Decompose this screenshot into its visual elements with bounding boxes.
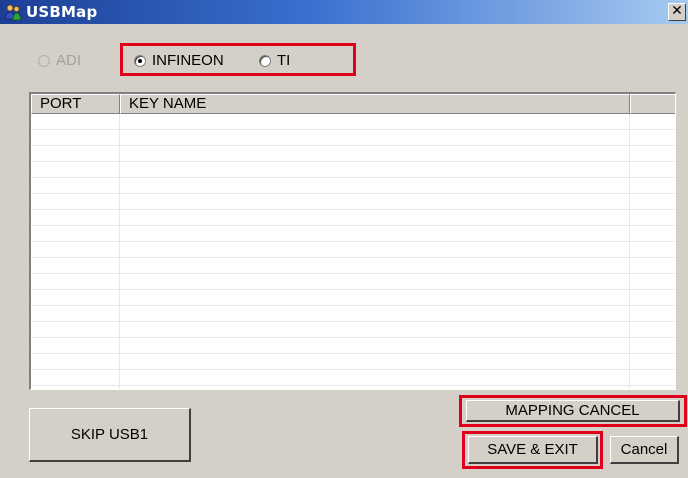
list-item[interactable]	[31, 290, 675, 306]
list-item[interactable]	[31, 226, 675, 242]
radio-adi[interactable]: ADI	[38, 52, 81, 69]
column-header-key-name[interactable]: KEY NAME	[120, 94, 630, 114]
highlight-box-mapping-cancel	[459, 395, 687, 427]
list-item[interactable]	[31, 162, 675, 178]
list-item[interactable]	[31, 338, 675, 354]
column-header-extra[interactable]	[630, 94, 675, 114]
column-header-port[interactable]: PORT	[31, 94, 120, 114]
window-title: USBMap	[26, 3, 98, 21]
list-item[interactable]	[31, 306, 675, 322]
list-item[interactable]	[31, 354, 675, 370]
list-item[interactable]	[31, 242, 675, 258]
list-item[interactable]	[31, 114, 675, 130]
list-item[interactable]	[31, 274, 675, 290]
list-item[interactable]	[31, 258, 675, 274]
list-item[interactable]	[31, 210, 675, 226]
cancel-button[interactable]: Cancel	[610, 436, 679, 464]
list-item[interactable]	[31, 194, 675, 210]
column-divider	[629, 114, 630, 389]
radio-label-adi: ADI	[56, 52, 82, 69]
highlight-box-radios	[120, 43, 356, 76]
list-item[interactable]	[31, 130, 675, 146]
usb-port-list[interactable]: PORT KEY NAME	[29, 92, 676, 390]
title-bar[interactable]: USBMap ✕	[0, 0, 688, 24]
list-item[interactable]	[31, 178, 675, 194]
column-divider	[119, 114, 120, 389]
highlight-box-save-exit	[462, 431, 603, 469]
list-item[interactable]	[31, 146, 675, 162]
list-item[interactable]	[31, 322, 675, 338]
close-icon[interactable]: ✕	[668, 3, 686, 21]
list-item[interactable]	[31, 370, 675, 386]
skip-usb1-button[interactable]: SKIP USB1	[29, 408, 191, 462]
usbmap-window: USBMap ✕ ADI INFINEON TI PORT KEY NAME S…	[0, 0, 688, 478]
list-rows	[31, 114, 675, 386]
people-icon	[4, 4, 22, 21]
radio-circle	[38, 54, 50, 67]
